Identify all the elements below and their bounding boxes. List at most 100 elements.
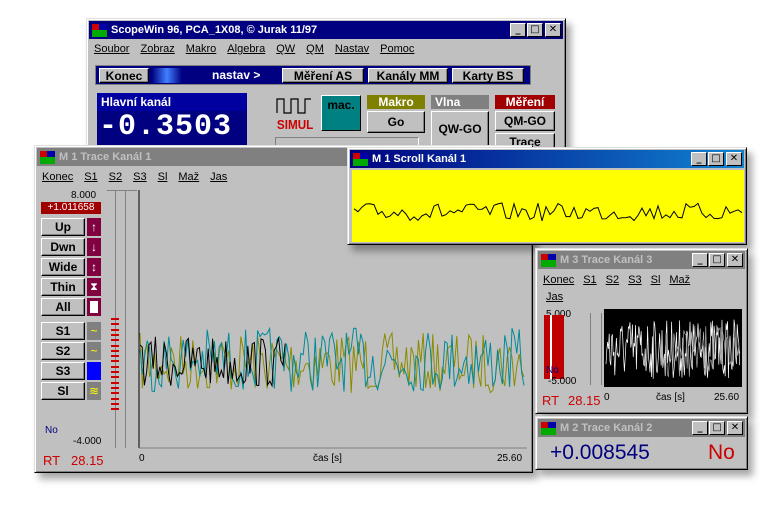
minimize-icon[interactable]: _ [692, 253, 708, 267]
trace3-menu-item[interactable]: S1 [583, 274, 596, 286]
close-icon[interactable]: ✕ [727, 421, 743, 435]
main-channel-label: Hlavní kanál [97, 93, 247, 111]
trace1-menu-item[interactable]: Jas [210, 171, 227, 183]
minimize-icon[interactable]: _ [510, 23, 526, 37]
maximize-icon[interactable]: □ [709, 253, 725, 267]
scopewin-app-icon [40, 150, 55, 164]
scopewin-app-icon [92, 23, 107, 37]
s2-button[interactable]: S2 [41, 342, 85, 360]
trace3-menu-item[interactable]: S3 [628, 274, 641, 286]
maximize-icon[interactable]: □ [708, 152, 724, 166]
sl-button[interactable]: Sl [41, 382, 85, 400]
trace3-plot[interactable] [604, 309, 742, 387]
trace2-titlebar[interactable]: M 2 Trace Kanál 2 _ □ ✕ [538, 419, 745, 437]
all-button[interactable]: All [41, 298, 85, 316]
maximize-icon[interactable]: □ [527, 23, 543, 37]
karty-bs-button[interactable]: Karty BS [452, 68, 524, 83]
trace3-no-label: No [546, 365, 559, 376]
nastav-link[interactable]: nastav > [212, 68, 260, 82]
trace3-x-end: 25.60 [714, 392, 740, 403]
close-icon[interactable]: ✕ [727, 253, 743, 267]
trace1-menu-item[interactable]: S3 [133, 171, 146, 183]
main-menu-item[interactable]: Makro [186, 43, 217, 55]
level-tick [111, 344, 119, 347]
makro-header: Makro [367, 95, 425, 109]
trace3-x-label: čas [s] [656, 392, 685, 403]
trace3-scale [590, 313, 602, 385]
trace3-menu-item[interactable]: S2 [606, 274, 619, 286]
trace3-titlebar[interactable]: M 3 Trace Kanál 3 _ □ ✕ [538, 251, 745, 269]
expand-vertical-icon[interactable]: ↕ [87, 258, 101, 276]
compress-vertical-icon[interactable]: ⧗ [87, 278, 101, 296]
s3-color-icon[interactable] [87, 362, 101, 380]
trace1-y-min: -4.000 [73, 436, 102, 447]
trace3-menu-item[interactable]: Sl [651, 274, 661, 286]
main-menu-item[interactable]: QM [306, 43, 324, 55]
trace1-menu-item[interactable]: S2 [109, 171, 122, 183]
mac-button[interactable]: mac. [321, 95, 361, 131]
kanaly-mm-button[interactable]: Kanály MM [368, 68, 448, 83]
arrow-down-icon[interactable]: ↓ [87, 238, 101, 256]
scopewin-app-icon [541, 421, 556, 435]
main-menu-item[interactable]: Algebra [227, 43, 265, 55]
close-icon[interactable]: ✕ [726, 152, 742, 166]
scroll1-titlebar[interactable]: M 1 Scroll Kanál 1 _ □ ✕ [350, 150, 744, 168]
up-button[interactable]: Up [41, 218, 85, 236]
sl-wave-icon[interactable]: ≋ [87, 382, 101, 400]
s3-button[interactable]: S3 [41, 362, 85, 380]
trace1-menu-item[interactable]: Sl [158, 171, 168, 183]
level-tick [111, 365, 119, 368]
trace1-x-end: 25.60 [497, 453, 523, 464]
go-button[interactable]: Go [367, 111, 425, 133]
trace1-menu-item[interactable]: Maž [178, 171, 199, 183]
level-tick [111, 381, 119, 384]
main-menu-item[interactable]: Pomoc [380, 43, 414, 55]
minimize-icon[interactable]: _ [691, 152, 707, 166]
qw-go-button[interactable]: QW-GO [431, 111, 489, 147]
scroll1-plot[interactable] [352, 170, 744, 242]
trace1-y-max: 8.000 [71, 190, 97, 201]
trace3-menu-jas[interactable]: Jas [546, 291, 563, 303]
main-titlebar[interactable]: ScopeWin 96, PCA_1X08, © Jurak 11/97 _ □… [89, 21, 563, 39]
trace2-window: M 2 Trace Kanál 2 _ □ ✕ +0.008545 No [535, 416, 748, 470]
all-range-icon[interactable] [87, 298, 101, 316]
main-menu-item[interactable]: QW [276, 43, 295, 55]
wide-button[interactable]: Wide [41, 258, 85, 276]
qm-go-button[interactable]: QM-GO [495, 111, 555, 131]
level-tick [111, 328, 119, 331]
trace2-value: +0.008545 [550, 441, 650, 464]
main-menu-item[interactable]: Soubor [94, 43, 129, 55]
konec-button[interactable]: Konec [99, 68, 149, 83]
trace3-menu-item[interactable]: Konec [543, 274, 574, 286]
mereni-as-button[interactable]: Měření AS [282, 68, 364, 83]
level-tick [111, 371, 119, 373]
scopewin-app-icon [541, 253, 556, 267]
dwn-button[interactable]: Dwn [41, 238, 85, 256]
main-toolbar: Konec nastav > Měření AS Kanály MM Karty… [95, 65, 531, 85]
trace1-menu-item[interactable]: Konec [42, 171, 73, 183]
minimize-icon[interactable]: _ [692, 421, 708, 435]
level-tick [111, 339, 119, 342]
level-tick [111, 408, 119, 411]
thin-button[interactable]: Thin [41, 278, 85, 296]
simul-panel[interactable]: SIMUL [275, 95, 313, 135]
trace3-rt-value: 28.15 [568, 393, 601, 408]
main-menu-item[interactable]: Nastav [335, 43, 369, 55]
level-tick [111, 397, 119, 400]
close-icon[interactable]: ✕ [545, 23, 561, 37]
s1-wave-icon[interactable]: ~ [87, 322, 101, 340]
trace1-x-start: 0 [139, 453, 145, 464]
trace3-menu-item[interactable]: Maž [669, 274, 690, 286]
series-teal-line [139, 326, 525, 393]
level-tick [111, 376, 119, 379]
trace3-menubar: Konec S1 S2 S3 Sl Maž [539, 274, 744, 286]
s1-button[interactable]: S1 [41, 322, 85, 340]
maximize-icon[interactable]: □ [709, 421, 725, 435]
trace2-status: No [708, 441, 735, 464]
trace2-title: M 2 Trace Kanál 2 [560, 422, 653, 434]
trace1-menu-item[interactable]: S1 [84, 171, 97, 183]
s2-wave-icon[interactable]: ~ [87, 342, 101, 360]
arrow-up-icon[interactable]: ↑ [87, 218, 101, 236]
scopewin-main-window: ScopeWin 96, PCA_1X08, © Jurak 11/97 _ □… [86, 18, 566, 152]
main-menu-item[interactable]: Zobraz [140, 43, 174, 55]
